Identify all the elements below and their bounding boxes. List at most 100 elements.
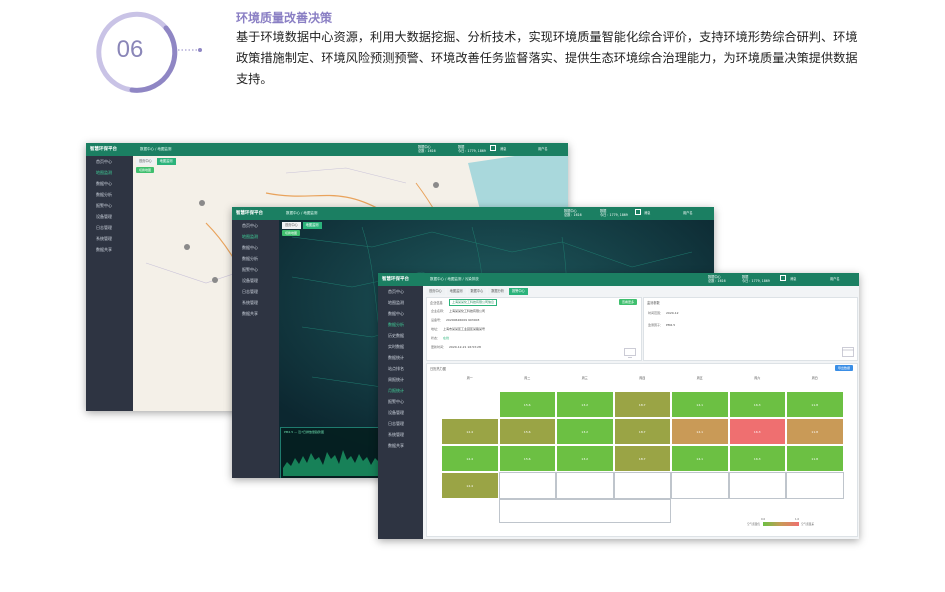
sidebar-subitem[interactable]: 周报统计 (378, 374, 423, 385)
heatmap-empty-cell[interactable] (556, 472, 614, 499)
notice-label[interactable]: 消息 (644, 211, 650, 215)
sidebar-item[interactable]: 数据分析 (86, 189, 133, 200)
sidebar-item[interactable]: 系统管理 (378, 429, 423, 440)
user-menu[interactable]: 用户名 (683, 211, 693, 215)
sidebar-item[interactable]: 日志管理 (232, 286, 279, 297)
heatmap-day-cell[interactable]: 11.8 (786, 391, 844, 418)
sidebar-subitem[interactable]: 月报统计 (378, 385, 423, 396)
weekday-header: 周日 (811, 376, 818, 380)
heatmap-day-cell[interactable]: 13.2 (556, 445, 614, 472)
heatmap-day-cell[interactable]: 11.8 (786, 445, 844, 472)
heatmap-day-cell[interactable]: 16.3 (728, 391, 786, 418)
user-menu[interactable]: 用户名 (830, 277, 840, 281)
tab[interactable]: 首页中心 (426, 288, 445, 295)
sidebar-item[interactable]: 数据分析 (378, 319, 423, 330)
sidebar-item[interactable]: 日志管理 (86, 222, 133, 233)
notice-label[interactable]: 消息 (790, 277, 796, 281)
tab[interactable]: 首页中心 (282, 222, 301, 229)
heatmap-day-cell[interactable]: 12.4 (441, 445, 499, 472)
sidebar-item[interactable]: 设备管理 (232, 275, 279, 286)
heatmap-day-cell[interactable]: 15.6 (498, 418, 556, 445)
heatmap-day-cell[interactable]: 14.1 (671, 418, 729, 445)
field-label: 设备号： (431, 318, 444, 322)
sidebar-subitem[interactable]: 实时数据 (378, 341, 423, 352)
sidebar-item[interactable]: 数据中心 (86, 178, 133, 189)
map-switch-button[interactable]: 切换地图 (136, 167, 155, 173)
more-button[interactable]: 查看更多 (619, 299, 638, 305)
heatmap-empty-cell[interactable] (498, 499, 671, 524)
trend-chart (283, 450, 379, 476)
fullscreen-icon[interactable] (490, 145, 496, 151)
tab[interactable]: 首页中心 (136, 158, 155, 165)
heatmap-empty-cell[interactable] (613, 472, 671, 499)
heatmap-day-cell[interactable]: 13.2 (556, 391, 614, 418)
fullscreen-icon[interactable] (780, 275, 786, 281)
sidebar-item[interactable]: 系统管理 (86, 233, 133, 244)
top-stat: 数据中心 总数：1616 (564, 209, 582, 217)
tab[interactable]: 地图监测 (446, 288, 466, 295)
sidebar-item[interactable]: 数据分析 (232, 253, 279, 264)
heatmap-day-cell[interactable]: 14.1 (671, 391, 729, 418)
sidebar-subitem[interactable]: 数据统计 (378, 352, 423, 363)
app-logo: 智慧环保平台 (236, 211, 263, 216)
heatmap-day-cell[interactable]: 16.3 (728, 418, 786, 445)
heatmap-empty-cell[interactable] (786, 472, 844, 499)
heatmap-day-cell[interactable]: 18.7 (613, 445, 671, 472)
tab-bar: 首页中心 地图监测 数据中心 数据分析 报警中心 (426, 288, 530, 295)
trend-chart-panel: PM2.5 — 近7日排放量趋势图 (280, 427, 382, 478)
sidebar-item[interactable]: 报警中心 (86, 200, 133, 211)
tab[interactable]: 地图监测 (156, 158, 176, 165)
tab[interactable]: 数据分析 (488, 288, 507, 295)
heatmap-day-cell[interactable]: 18.7 (613, 418, 671, 445)
notice-label[interactable]: 消息 (500, 147, 506, 151)
heatmap-day-cell[interactable]: 14.1 (671, 445, 729, 472)
user-menu[interactable]: 用户名 (538, 147, 548, 151)
sidebar-item[interactable]: 报警中心 (232, 264, 279, 275)
fullscreen-icon[interactable] (635, 209, 641, 215)
sidebar-item[interactable]: 首页中心 (378, 286, 423, 297)
sidebar-item[interactable]: 报警中心 (378, 396, 423, 407)
heatmap-empty-cell[interactable] (498, 472, 556, 499)
sidebar-item[interactable]: 地图监测 (232, 231, 279, 242)
weekday-header: 周六 (754, 376, 761, 380)
sidebar-subitem[interactable]: 站点排名 (378, 363, 423, 374)
heatmap-empty-cell[interactable] (728, 472, 786, 499)
sidebar-item[interactable]: 日志管理 (378, 418, 423, 429)
field-label: 监测因子： (648, 323, 664, 327)
sidebar-item[interactable]: 设备管理 (86, 211, 133, 222)
sidebar-subitem[interactable]: 历史数据 (378, 330, 423, 341)
heatmap-day-cell[interactable]: 11.8 (786, 418, 844, 445)
top-stat: 数据中心 总数：1616 (708, 275, 726, 283)
sidebar-item[interactable]: 数据共享 (86, 244, 133, 255)
sidebar-item[interactable]: 设备管理 (378, 407, 423, 418)
heatmap-day-cell[interactable]: 13.2 (556, 418, 614, 445)
sidebar-item[interactable]: 首页中心 (86, 156, 133, 167)
heatmap-day-cell[interactable]: 18.7 (613, 391, 671, 418)
map-marker (199, 200, 205, 206)
sidebar-item[interactable]: 数据共享 (232, 308, 279, 319)
tab[interactable]: 地图监测 (302, 222, 322, 229)
sidebar-item[interactable]: 数据共享 (378, 440, 423, 451)
breadcrumb: 数据中心 / 地图监测 / 污染排放 (430, 277, 479, 281)
sidebar-item[interactable]: 数据中心 (232, 242, 279, 253)
calendar-icon[interactable] (842, 346, 854, 357)
panel-title: 企业信息 (430, 301, 443, 305)
section-description: 基于环境数据中心资源，利用大数据挖掘、分析技术，实现环境质量智能化综合评价，支持… (236, 30, 858, 86)
map-marker (433, 182, 439, 188)
heatmap-day-cell[interactable]: 12.4 (441, 418, 499, 445)
top-bar: 智慧环保平台 数据中心 / 地图监测 数据中心 总数：1616 数据 今日：1779… (86, 143, 568, 156)
sidebar-item[interactable]: 首页中心 (232, 220, 279, 231)
heatmap-empty-cell[interactable] (671, 472, 729, 499)
tab[interactable]: 报警中心 (509, 288, 528, 295)
heatmap-day-cell[interactable]: 15.6 (498, 445, 556, 472)
map-switch-button[interactable]: 切换地图 (282, 230, 301, 236)
sidebar-item[interactable]: 数据中心 (378, 308, 423, 319)
heatmap-day-cell[interactable]: 16.3 (728, 445, 786, 472)
sidebar-item[interactable]: 地图监测 (378, 297, 423, 308)
sidebar-item[interactable]: 地图监测 (86, 167, 133, 178)
heatmap-day-cell[interactable]: 15.6 (498, 391, 556, 418)
sidebar-item[interactable]: 系统管理 (232, 297, 279, 308)
field-value: 2020-12-21 16:53:28 (449, 345, 481, 349)
tab[interactable]: 数据中心 (467, 288, 487, 295)
heatmap-day-cell[interactable]: 12.4 (441, 472, 499, 499)
